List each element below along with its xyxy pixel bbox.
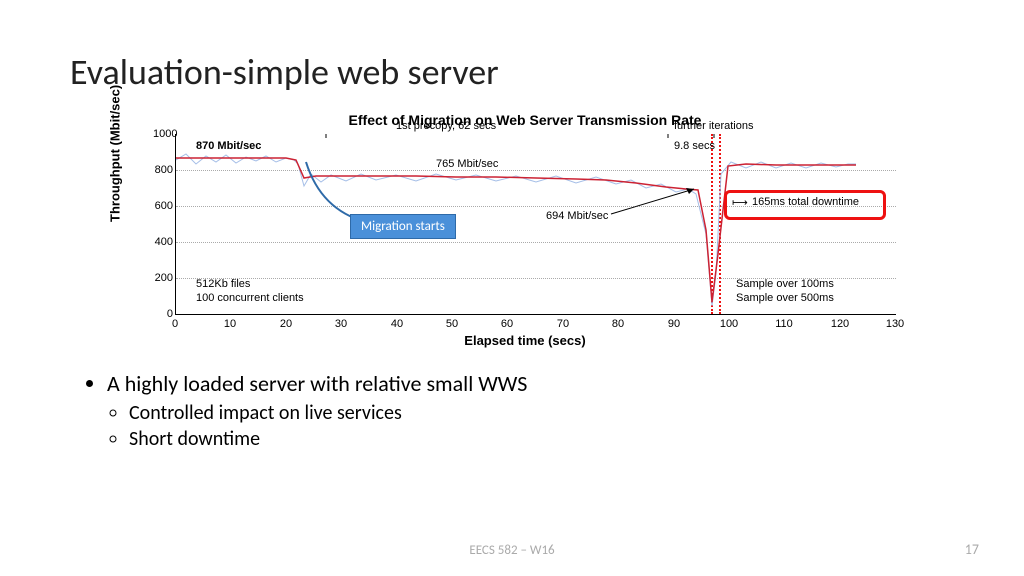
legend-100ms: Sample over 100ms (736, 278, 834, 290)
ann-further: further iterations (674, 120, 753, 132)
xtick: 60 (501, 318, 513, 330)
footer-center: EECS 582 – W16 (0, 543, 1024, 558)
xtick: 80 (612, 318, 624, 330)
plot-area: 870 Mbit/sec 1st precopy, 62 secs furthe… (175, 134, 896, 315)
ytick: 800 (153, 164, 173, 176)
ann-downtime: 165ms total downtime (752, 196, 859, 208)
ann-clients: 100 concurrent clients (196, 292, 304, 304)
migration-badge: Migration starts (350, 214, 456, 239)
bullet-sub: Short downtime (129, 427, 527, 451)
xtick: 40 (391, 318, 403, 330)
x-axis-label: Elapsed time (secs) (125, 333, 925, 348)
xtick: 10 (224, 318, 236, 330)
ann-files: 512Kb files (196, 278, 250, 290)
xtick: 90 (668, 318, 680, 330)
ytick: 0 (153, 308, 173, 320)
ytick: 1000 (153, 128, 173, 140)
ytick: 600 (153, 200, 173, 212)
ann-694: 694 Mbit/sec (546, 210, 608, 222)
chart-title: Effect of Migration on Web Server Transm… (125, 112, 925, 128)
xtick: 70 (557, 318, 569, 330)
ytick: 200 (153, 272, 173, 284)
legend-500ms: Sample over 500ms (736, 292, 834, 304)
xtick: 110 (775, 318, 793, 330)
xtick: 130 (886, 318, 904, 330)
xtick: 20 (280, 318, 292, 330)
ytick: 400 (153, 236, 173, 248)
y-axis-label: Throughput (Mbit/sec) (108, 85, 123, 222)
ann-870: 870 Mbit/sec (196, 140, 261, 152)
xtick: 120 (831, 318, 849, 330)
slide-title: Evaluation-simple web server (70, 50, 499, 94)
bullet-list: A highly loaded server with relative sma… (85, 370, 527, 457)
slide: Evaluation-simple web server Effect of M… (0, 0, 1024, 576)
ann-765: 765 Mbit/sec (436, 158, 498, 170)
bullet-main-text: A highly loaded server with relative sma… (107, 370, 527, 397)
downtime-marker-icon: ⟼ (732, 196, 748, 209)
bullet-sub: Controlled impact on live services (129, 401, 527, 425)
ann-9-8: 9.8 secs (674, 140, 715, 152)
xtick: 100 (720, 318, 738, 330)
xtick: 50 (446, 318, 458, 330)
chart: Effect of Migration on Web Server Transm… (125, 112, 925, 340)
xtick: 0 (172, 318, 178, 330)
bullet-main: A highly loaded server with relative sma… (107, 370, 527, 451)
ann-precopy: 1st precopy, 62 secs (396, 120, 496, 132)
xtick: 30 (335, 318, 347, 330)
slide-number: 17 (965, 541, 979, 558)
